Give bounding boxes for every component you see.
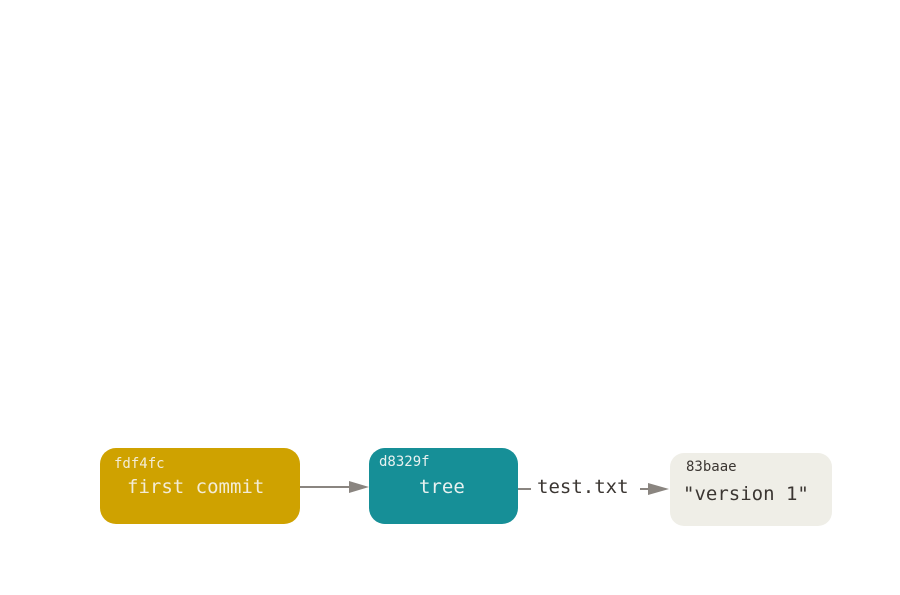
edge-label-filename: test.txt [537,476,629,498]
commit-hash: fdf4fc [114,456,165,472]
tree-hash: d8329f [379,454,430,470]
commit-label: first commit [127,476,265,498]
arrowhead-icon [349,481,369,493]
commit-node: fdf4fc first commit [100,448,300,524]
arrowhead-icon [648,483,669,495]
tree-label: tree [419,476,465,498]
blob-hash: 83baae [686,459,737,475]
blob-label: "version 1" [683,483,809,505]
blob-node: 83baae "version 1" [670,453,832,526]
tree-node: d8329f tree [369,448,518,524]
